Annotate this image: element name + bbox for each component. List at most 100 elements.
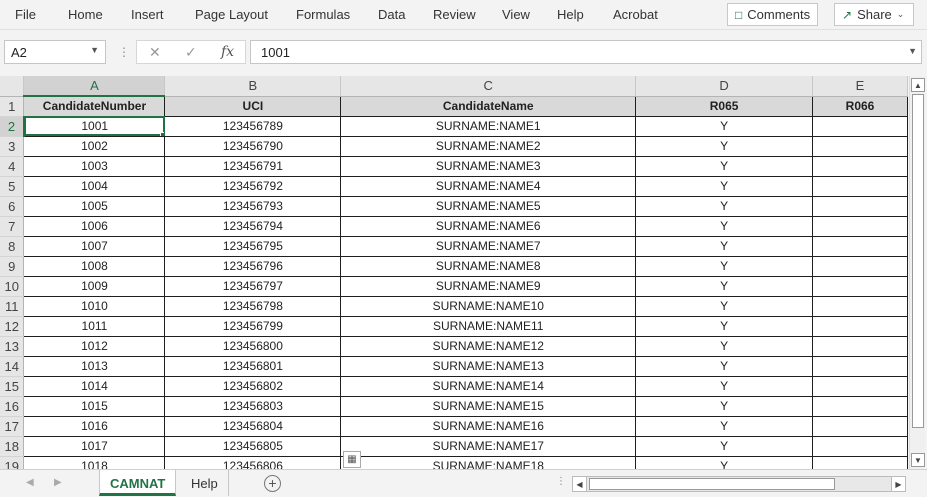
cell-a[interactable]: 1004 (23, 176, 166, 197)
header-cell-c[interactable]: CandidateName (340, 96, 637, 117)
cell-b[interactable]: 123456801 (164, 356, 342, 377)
cell-e[interactable] (812, 376, 908, 397)
horizontal-scroll-thumb[interactable] (589, 478, 835, 490)
row-header[interactable]: 2 (0, 116, 25, 137)
cell-d[interactable]: Y (635, 196, 814, 217)
cell-d[interactable]: Y (635, 396, 814, 417)
scroll-up-icon[interactable]: ▲ (911, 78, 925, 92)
cell-a[interactable]: 1017 (23, 436, 166, 457)
tab-acrobat[interactable]: Acrobat (613, 7, 658, 22)
cell-a[interactable]: 1006 (23, 216, 166, 237)
cell-a[interactable]: 1018 (23, 456, 166, 469)
share-button[interactable]: ↗ Share ⌄ (834, 3, 914, 26)
cell-d[interactable]: Y (635, 136, 814, 157)
cell-a[interactable]: 1016 (23, 416, 166, 437)
cell-c[interactable]: SURNAME:NAME11 (340, 316, 637, 337)
cell-a[interactable]: 1011 (23, 316, 166, 337)
cell-c[interactable]: SURNAME:NAME17 (340, 436, 637, 457)
cell-d[interactable]: Y (635, 456, 814, 469)
cell-e[interactable] (812, 216, 908, 237)
cell-c[interactable]: SURNAME:NAME16 (340, 416, 637, 437)
expand-formula-icon[interactable]: ▼ (908, 46, 917, 56)
add-sheet-icon[interactable]: + (264, 475, 281, 492)
cell-c[interactable]: SURNAME:NAME3 (340, 156, 637, 177)
enter-icon[interactable]: ✓ (185, 44, 197, 61)
cell-b[interactable]: 123456790 (164, 136, 342, 157)
row-header[interactable]: 19 (0, 456, 25, 469)
scroll-down-icon[interactable]: ▼ (911, 453, 925, 467)
row-header[interactable]: 15 (0, 376, 25, 397)
cell-e[interactable] (812, 436, 908, 457)
cell-c[interactable]: SURNAME:NAME12 (340, 336, 637, 357)
sheet-tab-help[interactable]: Help (181, 470, 229, 496)
cell-b[interactable]: 123456791 (164, 156, 342, 177)
name-box[interactable]: A2 ▼ (4, 40, 106, 64)
cell-b[interactable]: 123456800 (164, 336, 342, 357)
cell-d[interactable]: Y (635, 176, 814, 197)
column-header-d[interactable]: D (635, 76, 814, 97)
cell-e[interactable] (812, 356, 908, 377)
row-header[interactable]: 3 (0, 136, 25, 157)
cell-d[interactable]: Y (635, 376, 814, 397)
cell-c[interactable]: SURNAME:NAME13 (340, 356, 637, 377)
cell-b[interactable]: 123456797 (164, 276, 342, 297)
formula-input[interactable]: 1001 ▼ (250, 40, 922, 64)
cell-a[interactable]: 1014 (23, 376, 166, 397)
cell-e[interactable] (812, 116, 908, 137)
cell-d[interactable]: Y (635, 276, 814, 297)
tab-view[interactable]: View (502, 7, 530, 22)
row-header[interactable]: 6 (0, 196, 25, 217)
cell-c[interactable]: SURNAME:NAME15 (340, 396, 637, 417)
header-cell-e[interactable]: R066 (812, 96, 908, 117)
comments-button[interactable]: □ Comments (727, 3, 819, 26)
cell-b[interactable]: 123456805 (164, 436, 342, 457)
column-header-e[interactable]: E (812, 76, 908, 97)
tab-home[interactable]: Home (68, 7, 103, 22)
row-header[interactable]: 10 (0, 276, 25, 297)
tab-help[interactable]: Help (557, 7, 584, 22)
cell-e[interactable] (812, 336, 908, 357)
cell-c[interactable]: SURNAME:NAME6 (340, 216, 637, 237)
cell-d[interactable]: Y (635, 256, 814, 277)
cell-c[interactable]: SURNAME:NAME14 (340, 376, 637, 397)
row-header[interactable]: 12 (0, 316, 25, 337)
sheet-tab-camnat[interactable]: CAMNAT (99, 470, 177, 496)
cell-a[interactable]: 1001 (23, 116, 166, 137)
row-header[interactable]: 5 (0, 176, 25, 197)
row-header[interactable]: 8 (0, 236, 25, 257)
cell-e[interactable] (812, 196, 908, 217)
cancel-icon[interactable]: ✕ (149, 44, 161, 61)
cell-d[interactable]: Y (635, 436, 814, 457)
cell-b[interactable]: 123456798 (164, 296, 342, 317)
cell-a[interactable]: 1005 (23, 196, 166, 217)
cell-c[interactable]: SURNAME:NAME2 (340, 136, 637, 157)
cell-e[interactable] (812, 136, 908, 157)
row-header[interactable]: 4 (0, 156, 25, 177)
insert-function-icon[interactable]: fx (221, 44, 234, 60)
cell-d[interactable]: Y (635, 316, 814, 337)
tab-formulas[interactable]: Formulas (296, 7, 350, 22)
cell-e[interactable] (812, 416, 908, 437)
cell-c[interactable]: SURNAME:NAME18 (340, 456, 637, 469)
cell-e[interactable] (812, 176, 908, 197)
row-header[interactable]: 17 (0, 416, 25, 437)
row-header[interactable]: 13 (0, 336, 25, 357)
cell-c[interactable]: SURNAME:NAME9 (340, 276, 637, 297)
column-header-b[interactable]: B (164, 76, 342, 97)
tab-data[interactable]: Data (378, 7, 405, 22)
cell-a[interactable]: 1009 (23, 276, 166, 297)
header-cell-d[interactable]: R065 (635, 96, 814, 117)
row-header[interactable]: 7 (0, 216, 25, 237)
prev-sheet-icon[interactable]: ◀ (26, 477, 34, 488)
vertical-scrollbar[interactable]: ▲ ▼ (909, 76, 925, 469)
cell-c[interactable]: SURNAME:NAME10 (340, 296, 637, 317)
tab-file[interactable]: File (15, 7, 36, 22)
cell-c[interactable]: SURNAME:NAME1 (340, 116, 637, 137)
cell-b[interactable]: 123456802 (164, 376, 342, 397)
cell-e[interactable] (812, 236, 908, 257)
row-header[interactable]: 14 (0, 356, 25, 377)
cell-a[interactable]: 1008 (23, 256, 166, 277)
cell-a[interactable]: 1015 (23, 396, 166, 417)
cell-d[interactable]: Y (635, 296, 814, 317)
cell-b[interactable]: 123456795 (164, 236, 342, 257)
